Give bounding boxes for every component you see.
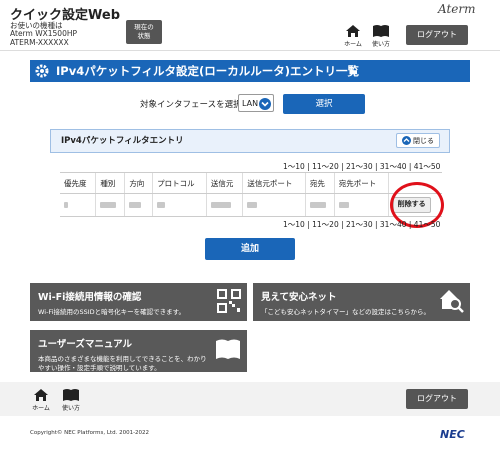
home-icon [34,389,48,401]
panel-header: IPv4パケットフィルタエントリ [50,129,450,153]
page-link[interactable]: 11～20 [312,220,339,229]
page-link[interactable]: 1～10 [283,162,305,171]
cell-priority [60,193,96,217]
cell-destination-port [333,193,389,217]
cell-type [95,193,125,217]
safety-net-card[interactable]: 見えて安心ネット 「こども安心ネットタイマー」などの設定はこちらから。 [253,283,470,321]
header-divider [0,50,500,51]
cell-destination [304,193,335,217]
user-manual-card[interactable]: ユーザーズマニュアル 本商品のさまざまな機能を利用してできることを、わかりやすい… [30,330,247,372]
book-icon [63,389,79,401]
cell-direction [124,193,153,217]
status-button-line1: 現在の [134,23,154,31]
entry-table: 優先度 種別 方向 プロトコル 送信元 送信元ポート 宛先 宛先ポート 削除する [60,172,442,217]
chevron-down-icon [259,98,271,110]
pager-top: 1～10 | 11～20 | 21～30 | 31～40 | 41～50 [283,162,441,171]
page-link[interactable]: 21～30 [346,162,373,171]
gear-icon [35,64,49,78]
col-header: 宛先 [304,172,335,194]
col-header: 送信元ポート [242,172,306,194]
collapse-label: 閉じる [413,137,434,145]
book-icon [216,339,240,359]
qr-code-icon [217,289,241,313]
footer-home-button[interactable]: ホーム [28,388,54,412]
page-link[interactable]: 41～50 [414,162,441,171]
col-header: 送信元 [205,172,243,194]
home-button[interactable]: ホーム [340,24,366,48]
copyright: Copyright© NEC Platforms, Ltd. 2001-2022 [30,430,150,436]
house-search-icon [440,290,464,313]
page-title: IPv4パケットフィルタ設定(ローカルルータ)エントリ一覧 [30,60,470,82]
home-icon [346,25,360,37]
col-header: 種別 [95,172,125,194]
logout-button[interactable]: ログアウト [406,25,468,45]
home-label: ホーム [344,41,362,48]
col-header: 方向 [124,172,153,194]
wifi-info-card[interactable]: Wi-Fi接続用情報の確認 Wi-Fi接続用のSSIDと暗号化キーを確認できます… [30,283,247,321]
col-header: 宛先ポート [333,172,389,194]
manual-label: 使い方 [371,41,390,48]
collapse-button[interactable]: 閉じる [396,133,440,148]
current-status-button[interactable]: 現在の 状態 [126,20,162,44]
col-header: 優先度 [60,172,96,194]
add-button[interactable]: 追加 [205,238,295,260]
brand-logo: Aterm [438,2,476,16]
wifi-card-desc: Wi-Fi接続用のSSIDと暗号化キーを確認できます。 [38,308,186,316]
status-button-line2: 状態 [137,32,151,40]
interface-select[interactable]: LAN [238,94,274,112]
interface-label: 対象インタフェースを選択 [140,100,242,110]
footer-logout-button[interactable]: ログアウト [406,389,468,409]
select-button[interactable]: 選択 [283,94,365,114]
page-link[interactable]: 1～10 [283,220,305,229]
safety-card-title: 見えて安心ネット [261,292,337,303]
cell-protocol [152,193,207,217]
device-id: ATERM-XXXXXX [10,38,69,47]
book-icon [373,25,389,37]
interface-value: LAN [242,99,259,108]
safety-card-desc: 「こども安心ネットタイマー」などの設定はこちらから。 [261,308,430,316]
table-row: 削除する [60,193,442,217]
table-header-row: 優先度 種別 方向 プロトコル 送信元 送信元ポート 宛先 宛先ポート [60,172,442,194]
page-link[interactable]: 31～40 [380,220,407,229]
wifi-card-title: Wi-Fi接続用情報の確認 [38,292,142,303]
cell-source [205,193,243,217]
col-header: プロトコル [152,172,207,194]
pager-bottom: 1～10 | 11～20 | 21～30 | 31～40 | 41～50 [283,220,441,229]
chevron-up-icon [402,135,411,145]
footer-home-label: ホーム [32,405,50,412]
device-model: Aterm WX1500HP [10,29,77,38]
page-link[interactable]: 21～30 [346,220,373,229]
manual-card-desc: 本商品のさまざまな機能を利用してできることを、わかりやすい操作・設定手順で説明し… [38,355,207,372]
page-link[interactable]: 31～40 [380,162,407,171]
footer-manual-label: 使い方 [61,405,80,412]
manual-button[interactable]: 使い方 [368,24,394,48]
nec-logo: NEC [440,428,465,441]
page-link[interactable]: 41～50 [414,220,441,229]
manual-card-title: ユーザーズマニュアル [38,339,133,350]
footer-manual-button[interactable]: 使い方 [58,388,84,412]
panel-title: IPv4パケットフィルタエントリ [61,136,184,146]
page-link[interactable]: 11～20 [312,162,339,171]
cell-source-port [242,193,306,217]
